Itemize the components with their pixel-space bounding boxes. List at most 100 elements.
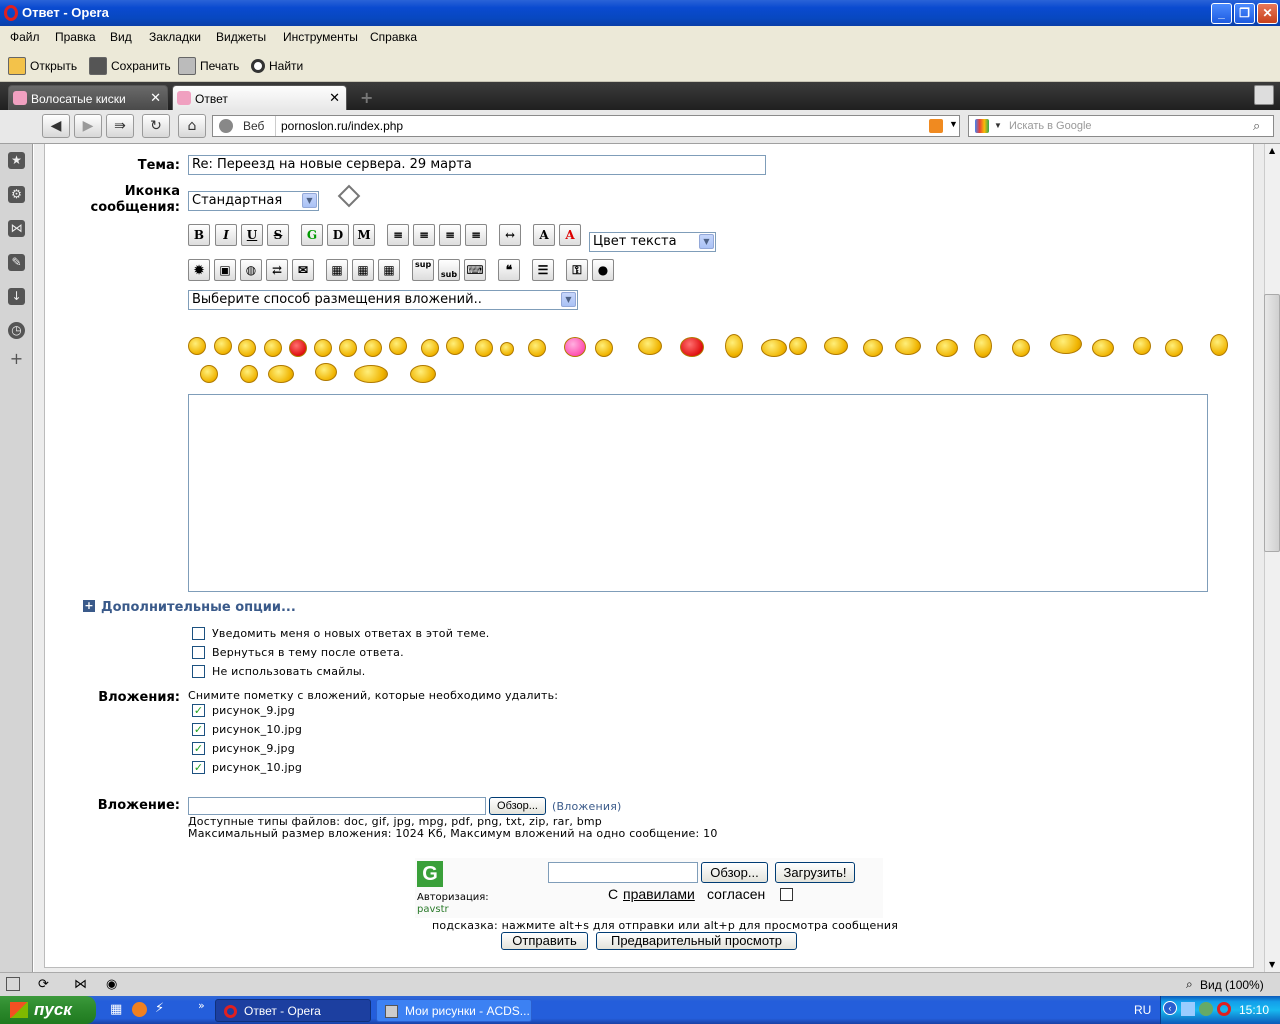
align-center-button[interactable]: ≡ — [439, 224, 461, 246]
shadow-button[interactable]: D — [327, 224, 349, 246]
girl-smiley-icon[interactable] — [564, 337, 586, 357]
preview-button[interactable]: Предварительный просмотр — [596, 932, 797, 950]
find-button[interactable]: Найти — [251, 56, 303, 76]
uploader-browse-button[interactable]: Обзор... — [701, 862, 768, 883]
smiley-icon[interactable] — [354, 365, 388, 383]
search-field[interactable]: ▼ Искать в Google ⌕ — [968, 115, 1274, 137]
bookmarks-icon[interactable]: ★ — [8, 152, 25, 169]
notify-checkbox[interactable] — [192, 627, 205, 640]
smiley-icon[interactable] — [1165, 339, 1183, 357]
unite-icon[interactable]: ⋈ — [8, 220, 25, 237]
smiley-icon[interactable] — [188, 337, 206, 355]
align-right-button[interactable]: ≡ — [465, 224, 487, 246]
attachment-checkbox[interactable]: ✓ — [192, 723, 205, 736]
url-field[interactable]: Веб pornoslon.ru/index.php ▼ — [212, 115, 960, 137]
flash-icon[interactable]: ✹ — [188, 259, 210, 281]
smiley-icon[interactable] — [200, 365, 218, 383]
attachment-checkbox[interactable]: ✓ — [192, 742, 205, 755]
attachment-checkbox[interactable]: ✓ — [192, 761, 205, 774]
smiley-icon[interactable] — [863, 339, 883, 357]
open-button[interactable]: Открыть — [8, 56, 77, 76]
subject-input[interactable]: Re: Переезд на новые сервера. 29 марта — [188, 155, 766, 175]
smiley-icon[interactable] — [1133, 337, 1151, 355]
smiley-icon[interactable] — [364, 339, 382, 357]
uploader-user[interactable]: pavstr — [417, 904, 449, 915]
superscript-button[interactable]: sup — [412, 259, 434, 281]
maximize-button[interactable]: ❐ — [1234, 3, 1255, 24]
align-left-button[interactable]: ≡ — [413, 224, 435, 246]
devil-smiley-icon[interactable] — [680, 337, 704, 357]
extra-options-link[interactable]: Дополнительные опции... — [101, 600, 296, 615]
smiley-icon[interactable] — [895, 337, 921, 355]
message-textarea[interactable] — [188, 394, 1208, 592]
menu-help[interactable]: Справка — [370, 30, 417, 44]
tab-close-icon[interactable]: ✕ — [329, 90, 340, 106]
smiley-icon[interactable] — [314, 339, 332, 357]
uploader-file-input[interactable] — [548, 862, 698, 883]
turbo-icon[interactable]: ◉ — [106, 976, 117, 992]
quicklaunch-icon[interactable]: ▦ — [110, 1002, 122, 1017]
smiley-icon[interactable] — [339, 339, 357, 357]
upload-button[interactable]: Загрузить! — [775, 862, 855, 883]
smiley-icon[interactable] — [528, 339, 546, 357]
panel-toggle-icon[interactable] — [6, 977, 20, 991]
new-tab-icon[interactable]: + — [360, 88, 373, 107]
image-icon[interactable]: ▣ — [214, 259, 236, 281]
chevron-down-icon[interactable]: ▼ — [949, 119, 958, 129]
scroll-up-icon[interactable]: ▲ — [1269, 146, 1275, 155]
scroll-down-icon[interactable]: ▼ — [1269, 960, 1275, 969]
angry-smiley-icon[interactable] — [289, 339, 307, 357]
font-color-button[interactable]: A — [559, 224, 581, 246]
smiley-icon[interactable] — [315, 363, 337, 381]
network-icon[interactable] — [1181, 1002, 1195, 1016]
rules-link[interactable]: правилами — [623, 886, 695, 902]
browse-button[interactable]: Обзор... — [489, 797, 546, 815]
start-button[interactable]: пуск — [0, 996, 96, 1024]
menu-widgets[interactable]: Виджеты — [216, 30, 266, 44]
expand-plus-icon[interactable]: + — [83, 600, 95, 612]
tab-reply[interactable]: Ответ ✕ — [172, 85, 347, 110]
smiley-icon[interactable] — [725, 334, 743, 358]
smiley-icon[interactable] — [761, 339, 787, 357]
smiley-icon[interactable] — [446, 337, 464, 355]
smiley-icon[interactable] — [1210, 334, 1228, 356]
tab-hairy[interactable]: Волосатые киски ✕ — [8, 85, 168, 110]
tab-close-icon[interactable]: ✕ — [150, 90, 161, 106]
home-button[interactable]: ⌂ — [178, 114, 206, 138]
history-icon[interactable]: ◷ — [8, 322, 25, 339]
search-icon[interactable]: ⌕ — [1253, 118, 1260, 134]
add-panel-icon[interactable]: + — [8, 350, 25, 367]
save-button[interactable]: Сохранить — [89, 56, 171, 76]
fast-forward-button[interactable]: ⇛ — [106, 114, 134, 138]
glow-button[interactable]: G — [301, 224, 323, 246]
bold-button[interactable]: B — [188, 224, 210, 246]
task-acdsee[interactable]: Мои рисунки - ACDS... — [376, 999, 532, 1022]
italic-button[interactable]: I — [215, 224, 237, 246]
smiley-icon[interactable] — [824, 337, 848, 355]
smiley-icon[interactable] — [789, 337, 807, 355]
table-icon[interactable]: ▦ — [326, 259, 348, 281]
downloads-icon[interactable]: ↓ — [8, 288, 25, 305]
back-button[interactable]: ◀ — [42, 114, 70, 138]
attachment-checkbox[interactable]: ✓ — [192, 704, 205, 717]
menu-tools[interactable]: Инструменты — [283, 30, 358, 44]
menu-view[interactable]: Вид — [110, 30, 132, 44]
teletype-icon[interactable]: ⌨ — [464, 259, 486, 281]
opera-tray-icon[interactable] — [1217, 1002, 1231, 1016]
sync-icon[interactable]: ⟳ — [38, 976, 49, 992]
window-titlebar[interactable]: Ответ - Opera _ ❐ ✕ — [0, 0, 1280, 26]
marquee-button[interactable]: M — [353, 224, 375, 246]
widgets-icon[interactable]: ⚙ — [8, 186, 25, 203]
strike-button[interactable]: S — [267, 224, 289, 246]
ftp-icon[interactable]: ⇄ — [266, 259, 288, 281]
smiley-icon[interactable] — [410, 365, 436, 383]
quote-icon[interactable]: ❝ — [498, 259, 520, 281]
minimize-button[interactable]: _ — [1211, 3, 1232, 24]
spoiler-icon[interactable]: ⚿ — [566, 259, 588, 281]
unite-icon[interactable]: ⋈ — [74, 976, 87, 992]
reload-button[interactable]: ↻ — [142, 114, 170, 138]
link-icon[interactable]: ◍ — [240, 259, 262, 281]
scrollbar-thumb[interactable] — [1264, 294, 1280, 552]
tray-expand-icon[interactable]: ‹ — [1163, 1001, 1177, 1015]
attachment-file-input[interactable] — [188, 797, 486, 815]
